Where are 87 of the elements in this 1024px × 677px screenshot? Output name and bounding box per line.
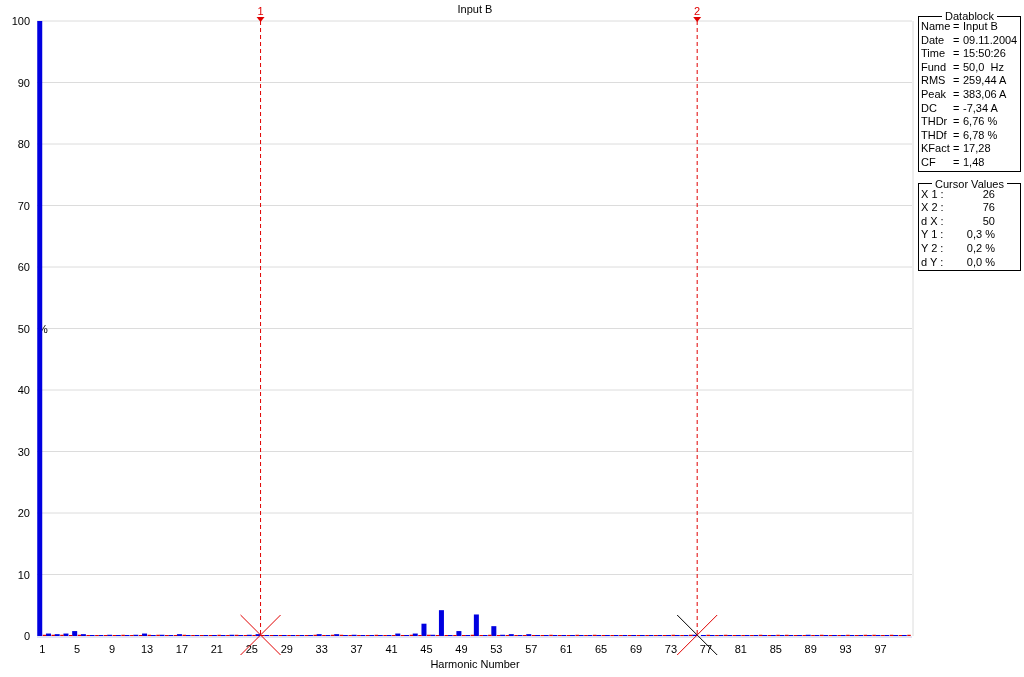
y-tick-label: 70 [17,199,30,212]
field-value: 259,44 A [963,74,1008,88]
x-tick-label: 41 [385,643,398,655]
field-label: KFact [921,142,951,156]
field-label: THDr [921,115,949,129]
field-label: Fund [921,60,948,75]
x-tick-label: 57 [525,643,538,655]
field-value: 383,06 A [963,87,1008,102]
field-value: 0,2 % [965,241,995,256]
field-value: 50 [981,214,995,229]
field-label: CF [921,155,937,170]
x-tick-label: 73 [664,643,678,655]
x-tick-label: 1 [39,643,46,655]
x-tick-label: 53 [490,643,503,655]
x-tick-label: 21 [210,643,223,655]
panel-title: Cursor Values [934,177,1005,190]
x-tick-label: 97 [874,643,887,655]
x-tick-label: 77 [699,643,713,655]
cursor-number: 1 [257,5,264,17]
y-tick-label: 60 [17,261,30,273]
x-tick-label: 45 [420,643,433,655]
equals-sign: = [953,60,961,75]
field-label: Y 1 : [921,228,945,242]
field-value: 17,28 [963,142,992,156]
field-value: 1,48 [963,155,986,170]
y-tick-label: 80 [17,138,30,150]
x-tick-label: 69 [629,643,643,655]
x-tick-label: 29 [280,643,293,655]
field-label: X 2 : [921,201,945,215]
x-tick-label: 93 [839,643,852,655]
field-value: -7,34 A [963,101,999,116]
cursor-number: 2 [694,5,701,17]
x-tick-label: 25 [245,643,258,655]
y-tick-label: 10 [17,568,30,581]
field-value: 76 [981,201,995,215]
equals-sign: = [953,128,961,143]
x-tick-label: 49 [455,643,468,655]
field-value: 09.11.2004 [963,33,1018,48]
equals-sign: = [953,87,961,102]
y-tick-label: 0 [23,630,30,642]
field-value: 0,0 % [965,255,995,270]
x-tick-label: 17 [175,643,189,655]
field-label: DC [921,101,938,116]
field-value: 26 [982,187,995,202]
y-tick-label: 40 [17,384,30,396]
equals-sign: = [953,33,961,48]
field-value: Input B [963,20,999,34]
panel-title: Datablock [944,10,995,22]
equals-sign: = [953,20,961,34]
field-label: Y 2 : [921,241,945,256]
x-tick-label: 61 [560,643,573,655]
field-label: Time [921,47,947,61]
equals-sign: = [953,47,961,61]
field-label: THDf [921,128,948,143]
equals-sign: = [953,115,961,129]
equals-sign: = [953,74,961,88]
y-tick-label: 90 [17,76,30,89]
field-value: 6,76 % [963,115,999,129]
chart-title: Input B [457,3,493,15]
field-value: 6,78 % [963,128,999,143]
field-label: X 1 : [921,187,944,202]
x-tick-label: 5 [74,643,81,655]
field-label: RMS [921,74,947,88]
field-label: Name [921,20,952,34]
x-tick-label: 81 [734,643,747,655]
y-tick-label: 30 [17,445,30,458]
x-tick-label: 9 [109,643,116,655]
field-label: Date [921,33,946,48]
x-tick-label: 85 [769,643,782,655]
equals-sign: = [953,142,961,156]
x-tick-label: 13 [140,643,154,655]
field-label: d X : [921,214,945,229]
equals-sign: = [953,155,961,170]
y-tick-label: 50 [17,322,30,335]
x-tick-label: 33 [315,643,328,655]
x-tick-label: 37 [350,643,363,655]
y-tick-label: 100 [11,15,30,27]
field-label: d Y : [921,255,945,270]
field-value: 0,3 % [965,228,995,242]
equals-sign: = [953,101,961,116]
x-axis-label: Harmonic Number [430,658,520,670]
x-tick-label: 65 [595,643,608,655]
x-tick-label: 89 [804,643,817,655]
y-tick-label: 20 [17,507,30,519]
field-label: Peak [921,87,948,102]
field-value: 15:50:26 [963,47,1007,61]
field-value: 50,0 Hz [963,60,1005,75]
